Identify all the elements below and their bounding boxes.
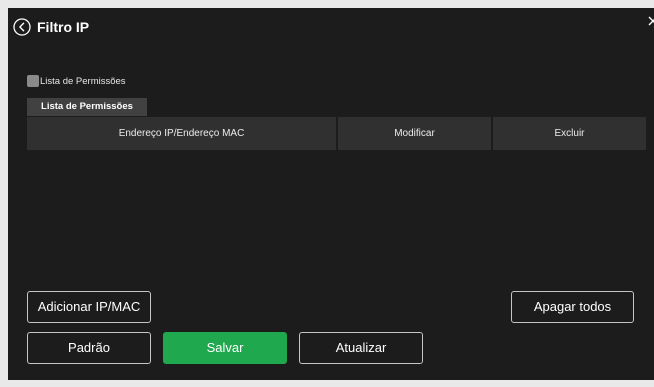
table-header: Endereço IP/Endereço MAC Modificar Exclu…	[27, 117, 646, 150]
table-body	[27, 150, 646, 280]
close-icon[interactable]	[647, 16, 654, 26]
column-header-delete: Excluir	[493, 117, 646, 150]
back-icon[interactable]	[13, 18, 31, 36]
add-ip-mac-button[interactable]: Adicionar IP/MAC	[27, 291, 151, 323]
column-header-address: Endereço IP/Endereço MAC	[27, 117, 336, 150]
allowlist-checkbox-label: Lista de Permissões	[40, 76, 126, 87]
refresh-button[interactable]: Atualizar	[299, 332, 423, 364]
clear-all-button[interactable]: Apagar todos	[511, 291, 634, 323]
ip-filter-panel: Filtro IP Lista de Permissões Lista de P…	[8, 8, 654, 380]
save-button[interactable]: Salvar	[163, 332, 287, 364]
default-button[interactable]: Padrão	[27, 332, 151, 364]
page-title: Filtro IP	[37, 19, 90, 35]
column-header-modify: Modificar	[338, 117, 491, 150]
tab-allowlist[interactable]: Lista de Permissões	[27, 98, 147, 116]
allowlist-checkbox[interactable]	[27, 75, 39, 87]
